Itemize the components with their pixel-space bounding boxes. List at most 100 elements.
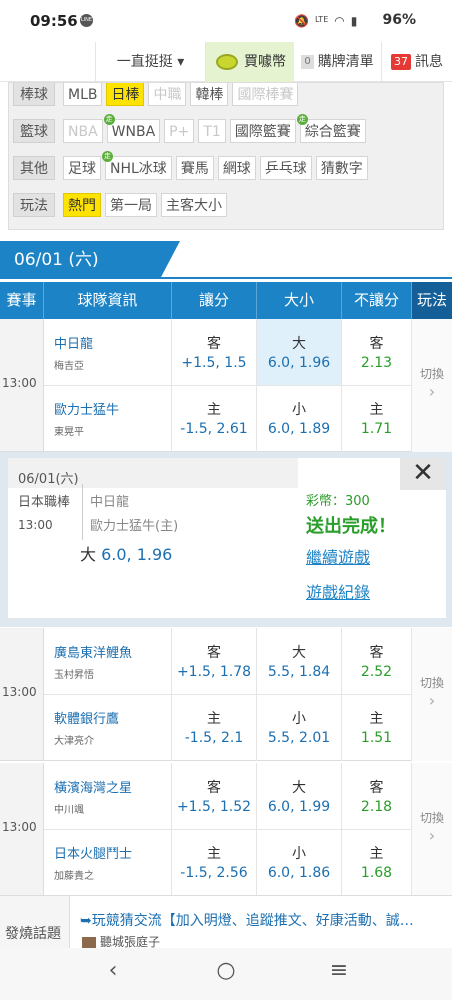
- game-record-link[interactable]: 遊戲紀錄: [306, 579, 370, 603]
- top-bar: 一直挺挺 ▾ 買噱幣 0 購牌清單 37 訊息: [0, 42, 452, 82]
- filter-tag[interactable]: 綜合籃賽走: [296, 113, 366, 143]
- filter-tag[interactable]: 網球: [217, 155, 256, 180]
- filter-tag-label: 中職: [153, 86, 182, 103]
- close-icon[interactable]: ✕: [400, 458, 446, 490]
- moneyline-home-odds[interactable]: 主 1.68: [342, 829, 412, 896]
- home-team-name: 軟體銀行鷹: [54, 712, 120, 727]
- odds-side: 小: [292, 846, 306, 862]
- filter-tag[interactable]: 國際棒賽: [232, 83, 299, 106]
- handicap-home-odds[interactable]: 主 -1.5, 2.1: [172, 694, 257, 761]
- odds-side: 客: [207, 780, 221, 796]
- author-avatar: [82, 936, 96, 949]
- filter-tag[interactable]: MLB: [63, 83, 103, 106]
- under-odds[interactable]: 小 5.5, 2.01: [257, 694, 342, 761]
- moneyline-away-odds[interactable]: 客 2.52: [342, 628, 412, 694]
- filter-tag[interactable]: T1: [198, 118, 226, 143]
- under-odds[interactable]: 小 6.0, 1.89: [257, 385, 342, 452]
- moneyline-home-odds[interactable]: 主 1.51: [342, 694, 412, 761]
- moneyline-away-odds[interactable]: 客 2.18: [342, 763, 412, 829]
- messages-button[interactable]: 37 訊息: [382, 42, 452, 82]
- filter-tag[interactable]: 賽馬: [175, 155, 214, 180]
- home-icon[interactable]: ○: [206, 958, 246, 983]
- battery-level: 96%: [382, 12, 416, 28]
- filter-tag[interactable]: 熱門: [63, 192, 101, 217]
- odds-side: 主: [369, 711, 384, 727]
- filter-tag[interactable]: 國際籃賽: [229, 118, 296, 143]
- filter-tag[interactable]: 猜數字: [315, 155, 368, 180]
- odds-side: 主: [207, 402, 221, 418]
- filter-tag-label: P+: [169, 123, 190, 140]
- message-count-badge: 37: [391, 54, 411, 70]
- filter-tag[interactable]: 日棒: [106, 83, 145, 106]
- home-team-cell: 日本火腿鬥士 加藤貴之: [44, 829, 172, 896]
- status-time: 09:56: [30, 12, 78, 30]
- game-block: 13:00 中日龍 梅吉亞 歐力士猛牛 東晃平 客 +1.5, 1.5 主 -1.5, 2.61…: [0, 319, 452, 452]
- live-badge-icon: 走: [103, 113, 115, 125]
- filter-tag[interactable]: 第一局: [105, 192, 157, 217]
- continue-game-link[interactable]: 繼續遊戲: [306, 544, 370, 568]
- home-pitcher: 加藤貴之: [54, 871, 94, 882]
- filter-tag-label: 熱門: [68, 197, 96, 214]
- over-odds[interactable]: 大 6.0, 1.99: [257, 763, 342, 829]
- filter-tag-label: 第一局: [110, 197, 152, 214]
- filter-tag-label: 主客大小: [166, 197, 222, 214]
- home-pitcher: 大津亮介: [54, 736, 94, 747]
- filter-tag[interactable]: 足球: [63, 155, 101, 180]
- cart-button[interactable]: 0 購牌清單: [294, 42, 382, 82]
- filter-category-label: 其他: [13, 155, 55, 180]
- top-bar-blank: [0, 42, 96, 82]
- odds-side: 小: [292, 402, 306, 418]
- filter-tag-label: 乒乓球: [264, 160, 307, 177]
- odds-value: 6.0, 1.86: [267, 865, 331, 881]
- status-bar: 09:56 LINE 🔕 LTE ◠ ▮ 96%: [0, 0, 452, 42]
- switch-button[interactable]: 切換 ›: [412, 319, 452, 452]
- handicap-away-odds[interactable]: 客 +1.5, 1.52: [172, 763, 257, 829]
- over-odds[interactable]: 大 6.0, 1.96: [257, 319, 342, 385]
- over-odds[interactable]: 大 5.5, 1.84: [257, 628, 342, 694]
- system-nav-bar: ‹ ○ ≡: [0, 948, 452, 1000]
- moneyline-home-odds[interactable]: 主 1.71: [342, 385, 412, 452]
- handicap-home-odds[interactable]: 主 -1.5, 2.61: [172, 385, 257, 452]
- recent-apps-icon[interactable]: ≡: [319, 958, 359, 983]
- odds-value: -1.5, 2.61: [180, 421, 248, 437]
- filter-tag[interactable]: 主客大小: [161, 192, 227, 217]
- handicap-away-odds[interactable]: 客 +1.5, 1.78: [172, 628, 257, 694]
- filter-tag[interactable]: 乒乓球: [259, 155, 312, 180]
- handicap-home-odds[interactable]: 主 -1.5, 2.56: [172, 829, 257, 896]
- filter-tag[interactable]: NBA: [63, 118, 103, 143]
- signal-icon: ▮: [350, 14, 358, 28]
- switch-label: 切換: [419, 367, 444, 381]
- bet-time: 13:00: [18, 518, 53, 532]
- bet-team-home: 歐力士猛牛(主): [90, 519, 179, 534]
- odds-side: 客: [207, 645, 221, 661]
- filter-tag[interactable]: 中職: [148, 83, 187, 106]
- switch-button[interactable]: 切換 ›: [412, 628, 452, 761]
- row-divider: [44, 694, 412, 695]
- volte-icon: LTE: [314, 15, 329, 24]
- filter-tag-label: NBA: [68, 123, 98, 140]
- away-team-name: 廣島東洋鯉魚: [54, 646, 133, 661]
- game-time: 13:00: [2, 820, 37, 834]
- filter-tag-label: NHL冰球: [110, 160, 167, 177]
- switch-button[interactable]: 切換 ›: [412, 763, 452, 896]
- filter-row: 棒球 MLB 日棒 中職 韓棒 國際棒賽: [13, 83, 441, 112]
- back-icon[interactable]: ‹: [93, 958, 133, 983]
- bet-selection-type: 大: [80, 545, 97, 564]
- under-odds[interactable]: 小 6.0, 1.86: [257, 829, 342, 896]
- odds-value: 6.0, 1.99: [267, 799, 331, 815]
- hot-topic-link[interactable]: ➥玩競猜交流【加入明燈、追蹤推文、好康活動、誠…: [80, 910, 448, 930]
- row-divider: [44, 829, 412, 830]
- filter-tag[interactable]: NHL冰球走: [102, 150, 172, 180]
- filter-row: 其他 足球 NHL冰球走賽馬 網球 乒乓球 猜數字: [13, 149, 441, 186]
- filter-tag[interactable]: P+: [164, 118, 195, 143]
- date-tab[interactable]: 06/01 (六): [0, 241, 180, 279]
- filter-tag[interactable]: WNBA 走: [103, 113, 161, 143]
- moneyline-away-odds[interactable]: 客 2.13: [342, 319, 412, 385]
- away-team-name: 橫濱海灣之星: [54, 781, 133, 796]
- sport-filter-panel: 棒球 MLB 日棒 中職 韓棒 國際棒賽籃球 NBA WNBA 走 P+ T1 國際籃賽 綜合籃賽走其他…: [8, 82, 444, 230]
- filter-category-label: 籃球: [13, 118, 55, 143]
- handicap-away-odds[interactable]: 客 +1.5, 1.5: [172, 319, 257, 385]
- user-filter-select[interactable]: 一直挺挺 ▾: [96, 42, 206, 82]
- filter-tag[interactable]: 韓棒: [190, 83, 229, 106]
- buy-coins-button[interactable]: 買噱幣: [206, 42, 294, 82]
